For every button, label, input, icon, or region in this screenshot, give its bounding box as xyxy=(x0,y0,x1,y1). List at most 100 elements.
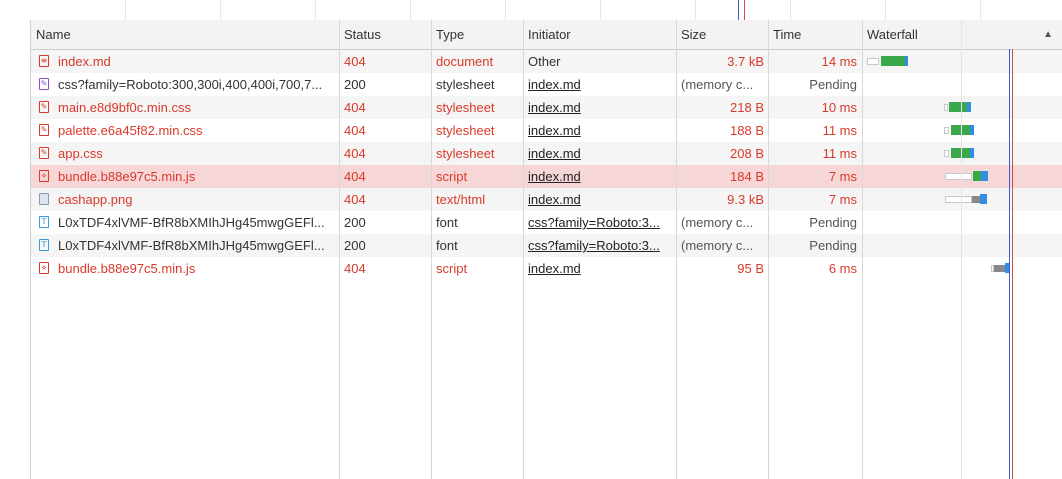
request-name[interactable]: cashapp.png xyxy=(58,188,336,211)
table-header: Name Status Type Initiator Size Time Wat… xyxy=(31,20,1062,50)
request-type: font xyxy=(436,238,458,253)
network-overview-timeline[interactable] xyxy=(30,0,1062,21)
waterfall-bar xyxy=(981,171,988,181)
initiator-link[interactable]: index.md xyxy=(528,261,581,276)
request-status: 200 xyxy=(344,238,366,253)
request-size: (memory c... xyxy=(681,77,754,92)
overview-tick xyxy=(125,0,126,20)
request-type: script xyxy=(436,261,468,276)
initiator-link[interactable]: index.md xyxy=(528,77,581,92)
overview-tick xyxy=(410,0,411,20)
request-status: 404 xyxy=(344,261,366,276)
waterfall-cell[interactable] xyxy=(862,50,1062,73)
waterfall-bar xyxy=(944,127,949,134)
request-size: (memory c... xyxy=(681,238,754,253)
column-header-name[interactable]: Name xyxy=(31,20,339,49)
request-time: 10 ms xyxy=(821,100,857,115)
waterfall-bar xyxy=(867,58,879,65)
initiator-link[interactable]: index.md xyxy=(528,123,581,138)
column-divider[interactable] xyxy=(523,20,524,479)
overview-tick xyxy=(505,0,506,20)
column-divider[interactable] xyxy=(431,20,432,479)
initiator-link[interactable]: index.md xyxy=(528,146,581,161)
waterfall-cell[interactable] xyxy=(862,188,1062,211)
waterfall-cell[interactable] xyxy=(862,234,1062,257)
column-divider[interactable] xyxy=(862,20,863,479)
request-initiator[interactable]: index.md xyxy=(528,96,673,119)
waterfall-cell[interactable] xyxy=(862,73,1062,96)
waterfall-bar xyxy=(994,265,1005,272)
column-divider[interactable] xyxy=(676,20,677,479)
overview-tick xyxy=(600,0,601,20)
request-initiator[interactable]: index.md xyxy=(528,119,673,142)
table-row[interactable]: ✎ main.e8d9bf0c.min.css 404 stylesheet index… xyxy=(31,96,1062,119)
request-initiator[interactable]: css?family=Roboto:3... xyxy=(528,234,673,257)
waterfall-bar xyxy=(949,102,967,112)
initiator-link[interactable]: index.md xyxy=(528,169,581,184)
request-type: script xyxy=(436,169,468,184)
initiator-link[interactable]: css?family=Roboto:3... xyxy=(528,215,660,230)
request-size: 188 B xyxy=(730,123,764,138)
request-status: 200 xyxy=(344,77,366,92)
request-name[interactable]: bundle.b88e97c5.min.js xyxy=(58,257,336,280)
request-status: 404 xyxy=(344,54,366,69)
table-row[interactable]: ⋄ bundle.b88e97c5.min.js 404 script index.md… xyxy=(31,257,1062,280)
request-name[interactable]: palette.e6a45f82.min.css xyxy=(58,119,336,142)
request-name[interactable]: main.e8d9bf0c.min.css xyxy=(58,96,336,119)
request-name[interactable]: css?family=Roboto:300,300i,400,400i,700,… xyxy=(58,73,336,96)
column-header-type[interactable]: Type xyxy=(431,20,523,49)
waterfall-cell[interactable] xyxy=(862,142,1062,165)
request-time: 6 ms xyxy=(828,261,857,276)
request-name[interactable]: app.css xyxy=(58,142,336,165)
load-event-line xyxy=(1012,49,1013,479)
document-icon: ≡ xyxy=(39,55,49,67)
request-time: 11 ms xyxy=(822,123,857,138)
request-status: 404 xyxy=(344,192,366,207)
request-size: 218 B xyxy=(730,100,764,115)
request-name[interactable]: L0xTDF4xlVMF-BfR8bXMIhJHg45mwgGEFl... xyxy=(58,234,336,257)
table-row[interactable]: cashapp.png 404 text/html index.md 9.3 kB 7 m… xyxy=(31,188,1062,211)
waterfall-cell[interactable] xyxy=(862,165,1062,188)
waterfall-cell[interactable] xyxy=(862,211,1062,234)
script-icon: ⋄ xyxy=(39,170,49,182)
table-row[interactable]: ⋄ bundle.b88e97c5.min.js 404 script index.md… xyxy=(31,165,1062,188)
overview-tick xyxy=(980,0,981,20)
initiator-link[interactable]: index.md xyxy=(528,100,581,115)
request-initiator[interactable]: index.md xyxy=(528,142,673,165)
initiator-link[interactable]: css?family=Roboto:3... xyxy=(528,238,660,253)
request-name[interactable]: L0xTDF4xlVMF-BfR8bXMIhJHg45mwgGEFl... xyxy=(58,211,336,234)
request-initiator[interactable]: index.md xyxy=(528,73,673,96)
request-type: document xyxy=(436,54,494,69)
request-initiator[interactable]: css?family=Roboto:3... xyxy=(528,211,673,234)
column-header-time[interactable]: Time xyxy=(768,20,862,49)
table-row[interactable]: ✎ palette.e6a45f82.min.css 404 stylesheet in… xyxy=(31,119,1062,142)
column-header-waterfall[interactable]: Waterfall ▲ xyxy=(862,20,1062,49)
initiator-link[interactable]: index.md xyxy=(528,192,581,207)
request-initiator[interactable]: index.md xyxy=(528,257,673,280)
table-row[interactable]: ✎ css?family=Roboto:300,300i,400,400i,700… xyxy=(31,73,1062,96)
request-name[interactable]: bundle.b88e97c5.min.js xyxy=(58,165,336,188)
waterfall-bar xyxy=(881,56,905,66)
column-divider[interactable] xyxy=(768,20,769,479)
request-initiator[interactable]: index.md xyxy=(528,188,673,211)
request-size: 95 B xyxy=(737,261,764,276)
column-header-size[interactable]: Size xyxy=(676,20,768,49)
table-row[interactable]: ≡ index.md 404 document Other 3.7 kB 14 ms xyxy=(31,50,1062,73)
waterfall-bar xyxy=(944,150,949,157)
table-row[interactable]: T L0xTDF4xlVMF-BfR8bXMIhJHg45mwgGEFl... 20… xyxy=(31,211,1062,234)
request-name[interactable]: index.md xyxy=(58,50,336,73)
request-initiator[interactable]: index.md xyxy=(528,165,673,188)
table-row[interactable]: T L0xTDF4xlVMF-BfR8bXMIhJHg45mwgGEFl... 20… xyxy=(31,234,1062,257)
waterfall-cell[interactable] xyxy=(862,119,1062,142)
request-time: 7 ms xyxy=(828,169,857,184)
overview-tick xyxy=(885,0,886,20)
waterfall-bar xyxy=(905,56,908,66)
table-row[interactable]: ✎ app.css 404 stylesheet index.md 208 B 11 ms xyxy=(31,142,1062,165)
waterfall-cell[interactable] xyxy=(862,96,1062,119)
sort-ascending-icon[interactable]: ▲ xyxy=(1043,20,1053,49)
column-divider[interactable] xyxy=(339,20,340,479)
column-header-status[interactable]: Status xyxy=(339,20,431,49)
column-header-initiator[interactable]: Initiator xyxy=(523,20,676,49)
waterfall-cell[interactable] xyxy=(862,257,1062,280)
overview-load-marker xyxy=(744,0,745,20)
